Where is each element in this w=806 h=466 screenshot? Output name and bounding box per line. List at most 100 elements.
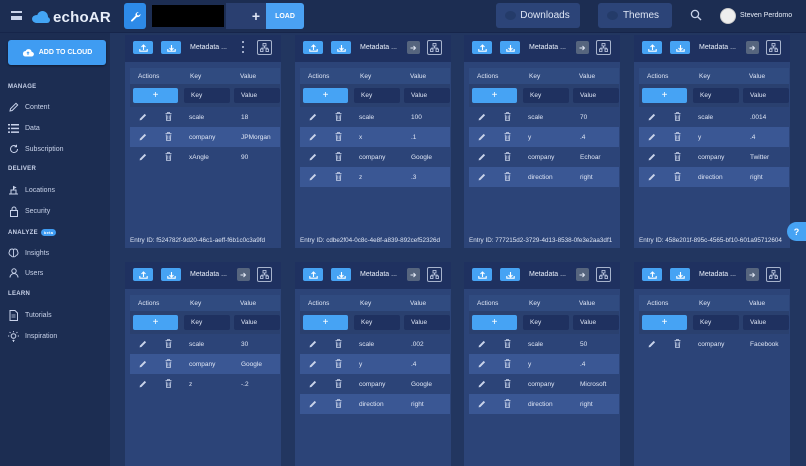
download-button[interactable]: [500, 268, 520, 281]
value-input[interactable]: Value: [234, 315, 280, 330]
edit-icon[interactable]: [139, 133, 147, 143]
download-button[interactable]: [331, 268, 351, 281]
add-entry-button[interactable]: +: [642, 315, 687, 330]
add-to-cloud-button[interactable]: ADD TO CLOUD: [8, 40, 106, 65]
delete-icon[interactable]: [674, 132, 681, 143]
add-entry-button[interactable]: +: [303, 88, 348, 103]
api-key-dropdown[interactable]: [226, 3, 246, 29]
delete-icon[interactable]: [674, 152, 681, 163]
delete-icon[interactable]: [335, 399, 342, 410]
edit-icon[interactable]: [139, 380, 147, 390]
value-input[interactable]: Value: [743, 88, 789, 103]
sidebar-item-locations[interactable]: Locations: [8, 183, 55, 197]
add-entry-button[interactable]: +: [133, 88, 178, 103]
download-button[interactable]: [670, 41, 690, 54]
key-input[interactable]: Key: [184, 315, 230, 330]
download-button[interactable]: [670, 268, 690, 281]
metadata-label[interactable]: Metadata ...: [699, 271, 736, 278]
avatar[interactable]: [720, 8, 736, 24]
qr-code-icon[interactable]: [427, 267, 442, 282]
search-icon[interactable]: [690, 9, 702, 21]
delete-icon[interactable]: [335, 172, 342, 183]
upload-button[interactable]: [472, 268, 492, 281]
add-entry-button[interactable]: +: [472, 88, 517, 103]
delete-icon[interactable]: [335, 379, 342, 390]
delete-icon[interactable]: [165, 132, 172, 143]
add-entry-button[interactable]: +: [133, 315, 178, 330]
edit-icon[interactable]: [648, 340, 656, 350]
delete-icon[interactable]: [335, 339, 342, 350]
arrow-right-icon[interactable]: [746, 41, 759, 54]
qr-code-icon[interactable]: [427, 40, 442, 55]
arrow-right-icon[interactable]: [576, 268, 589, 281]
edit-icon[interactable]: [478, 113, 486, 123]
value-input[interactable]: Value: [573, 315, 619, 330]
edit-icon[interactable]: [648, 133, 656, 143]
key-input[interactable]: Key: [184, 88, 230, 103]
delete-icon[interactable]: [504, 152, 511, 163]
key-input[interactable]: Key: [523, 315, 569, 330]
arrow-right-icon[interactable]: [237, 268, 250, 281]
edit-icon[interactable]: [139, 153, 147, 163]
delete-icon[interactable]: [335, 112, 342, 123]
add-entry-button[interactable]: +: [303, 315, 348, 330]
metadata-label[interactable]: Metadata ...: [360, 271, 397, 278]
key-input[interactable]: Key: [523, 88, 569, 103]
arrow-right-icon[interactable]: [576, 41, 589, 54]
edit-icon[interactable]: [139, 113, 147, 123]
qr-code-icon[interactable]: [596, 267, 611, 282]
edit-icon[interactable]: [478, 173, 486, 183]
edit-icon[interactable]: [309, 400, 317, 410]
sidebar-item-inspiration[interactable]: Inspiration: [8, 329, 57, 343]
delete-icon[interactable]: [165, 339, 172, 350]
value-input[interactable]: Value: [404, 315, 450, 330]
delete-icon[interactable]: [504, 132, 511, 143]
sidebar-item-subscription[interactable]: Subscription: [8, 142, 64, 156]
value-input[interactable]: Value: [573, 88, 619, 103]
more-options-icon[interactable]: [242, 41, 245, 53]
upload-button[interactable]: [642, 41, 662, 54]
metadata-label[interactable]: Metadata ...: [190, 44, 227, 51]
upload-button[interactable]: [303, 268, 323, 281]
edit-icon[interactable]: [309, 380, 317, 390]
download-button[interactable]: [161, 41, 181, 54]
qr-code-icon[interactable]: [257, 40, 272, 55]
add-entry-button[interactable]: +: [642, 88, 687, 103]
add-entry-button[interactable]: +: [472, 315, 517, 330]
delete-icon[interactable]: [165, 359, 172, 370]
downloads-button[interactable]: Downloads: [496, 3, 580, 28]
upload-button[interactable]: [472, 41, 492, 54]
delete-icon[interactable]: [165, 112, 172, 123]
key-input[interactable]: Key: [693, 315, 739, 330]
value-input[interactable]: Value: [743, 315, 789, 330]
qr-code-icon[interactable]: [596, 40, 611, 55]
edit-icon[interactable]: [309, 133, 317, 143]
sidebar-item-security[interactable]: Security: [8, 204, 50, 218]
delete-icon[interactable]: [674, 172, 681, 183]
edit-icon[interactable]: [309, 113, 317, 123]
edit-icon[interactable]: [478, 360, 486, 370]
value-input[interactable]: Value: [234, 88, 280, 103]
key-input[interactable]: Key: [354, 315, 400, 330]
edit-icon[interactable]: [648, 113, 656, 123]
edit-icon[interactable]: [309, 340, 317, 350]
sidebar-item-content[interactable]: Content: [8, 100, 50, 114]
upload-button[interactable]: [133, 268, 153, 281]
help-button[interactable]: ?: [787, 222, 806, 241]
delete-icon[interactable]: [335, 132, 342, 143]
delete-icon[interactable]: [674, 112, 681, 123]
delete-icon[interactable]: [674, 339, 681, 350]
upload-button[interactable]: [133, 41, 153, 54]
delete-icon[interactable]: [504, 172, 511, 183]
arrow-right-icon[interactable]: [746, 268, 759, 281]
sidebar-item-tutorials[interactable]: Tutorials: [8, 308, 52, 322]
delete-icon[interactable]: [504, 359, 511, 370]
edit-icon[interactable]: [478, 380, 486, 390]
upload-button[interactable]: [642, 268, 662, 281]
api-key-field[interactable]: [152, 5, 224, 27]
load-button[interactable]: LOAD: [266, 3, 304, 29]
qr-code-icon[interactable]: [766, 40, 781, 55]
metadata-label[interactable]: Metadata ...: [529, 44, 566, 51]
qr-code-icon[interactable]: [766, 267, 781, 282]
edit-icon[interactable]: [478, 400, 486, 410]
